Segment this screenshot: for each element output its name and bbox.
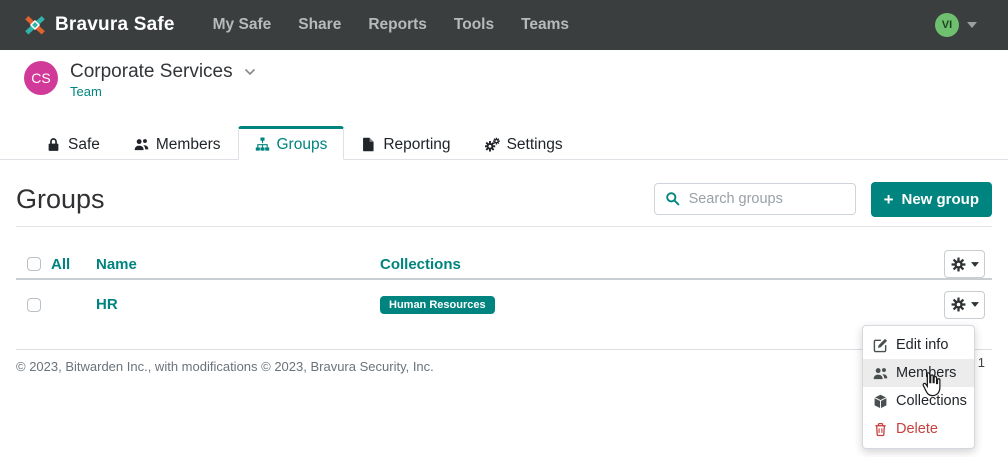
caret-down-icon <box>971 302 979 307</box>
file-icon <box>361 137 376 152</box>
select-all-checkbox[interactable] <box>27 257 41 271</box>
groups-page: Groups + New group All Name Collections <box>0 181 1008 374</box>
tab-groups[interactable]: Groups <box>238 126 345 160</box>
copyright-text: © 2023, Bitwarden Inc., with modificatio… <box>16 359 434 374</box>
team-header: CS Corporate Services Team <box>0 50 1008 126</box>
group-name-link[interactable]: HR <box>96 296 380 313</box>
search-icon <box>665 191 680 206</box>
table-row: HR Human Resources <box>16 280 992 329</box>
cube-icon <box>873 394 888 409</box>
menu-item-delete[interactable]: Delete <box>863 415 974 443</box>
page-footer: © 2023, Bitwarden Inc., with modificatio… <box>16 349 992 374</box>
cogs-icon <box>485 137 500 152</box>
table-header: All Name Collections <box>16 250 992 280</box>
nav-item-reports[interactable]: Reports <box>368 16 427 34</box>
menu-item-label: Edit info <box>896 337 948 353</box>
lock-icon <box>46 137 61 152</box>
gear-icon <box>951 257 966 272</box>
caret-down-icon <box>971 262 979 267</box>
team-avatar: CS <box>24 61 58 95</box>
sitemap-icon <box>255 137 270 152</box>
page-title: Groups <box>16 181 105 217</box>
hand-cursor-icon <box>919 371 943 398</box>
chevron-down-icon <box>244 68 256 76</box>
new-group-label: New group <box>902 191 980 208</box>
main-nav: My Safe Share Reports Tools Teams <box>213 16 569 34</box>
menu-item-label: Delete <box>896 421 938 437</box>
page-header: Groups + New group <box>16 181 992 227</box>
team-switcher[interactable]: Corporate Services <box>70 61 256 83</box>
tab-label: Safe <box>68 134 100 155</box>
users-icon <box>134 137 149 152</box>
bravura-logo-icon <box>24 14 46 36</box>
search-box <box>654 183 856 215</box>
caret-down-icon <box>967 22 977 28</box>
new-group-button[interactable]: + New group <box>871 182 992 217</box>
brand-name: Bravura Safe <box>55 14 175 36</box>
tab-bar: Safe Members Groups Reporting Settings <box>0 126 1008 160</box>
menu-item-edit-info[interactable]: Edit info <box>863 331 974 359</box>
column-header-collections: Collections <box>380 256 944 273</box>
user-avatar[interactable]: VI <box>935 13 959 37</box>
nav-item-tools[interactable]: Tools <box>454 16 494 34</box>
table-options-button[interactable] <box>944 250 985 278</box>
plus-icon: + <box>884 191 894 208</box>
collection-badge: Human Resources <box>380 296 495 314</box>
nav-item-my-safe[interactable]: My Safe <box>213 16 272 34</box>
team-name: Corporate Services <box>70 61 233 83</box>
tab-reporting[interactable]: Reporting <box>344 126 467 160</box>
nav-item-teams[interactable]: Teams <box>521 16 569 34</box>
tab-label: Groups <box>277 134 328 155</box>
tab-label: Settings <box>507 134 563 155</box>
edit-icon <box>873 338 888 353</box>
select-all-label: All <box>51 256 70 273</box>
tab-safe[interactable]: Safe <box>29 126 117 160</box>
tab-settings[interactable]: Settings <box>468 126 580 160</box>
account-menu-button[interactable]: VI <box>935 13 977 37</box>
team-type-label: Team <box>70 84 256 99</box>
tab-members[interactable]: Members <box>117 126 238 160</box>
brand-logo[interactable]: Bravura Safe <box>24 14 175 36</box>
users-icon <box>873 366 888 381</box>
search-input[interactable] <box>654 183 856 215</box>
footer-version-fragment: 1 <box>978 355 985 370</box>
column-header-name: Name <box>96 256 380 273</box>
row-checkbox[interactable] <box>27 298 41 312</box>
row-options-button[interactable] <box>944 291 985 319</box>
top-navbar: Bravura Safe My Safe Share Reports Tools… <box>0 0 1008 50</box>
tab-label: Members <box>156 134 221 155</box>
trash-icon <box>873 422 888 437</box>
tab-label: Reporting <box>383 134 450 155</box>
gear-icon <box>951 297 966 312</box>
nav-item-share[interactable]: Share <box>298 16 341 34</box>
